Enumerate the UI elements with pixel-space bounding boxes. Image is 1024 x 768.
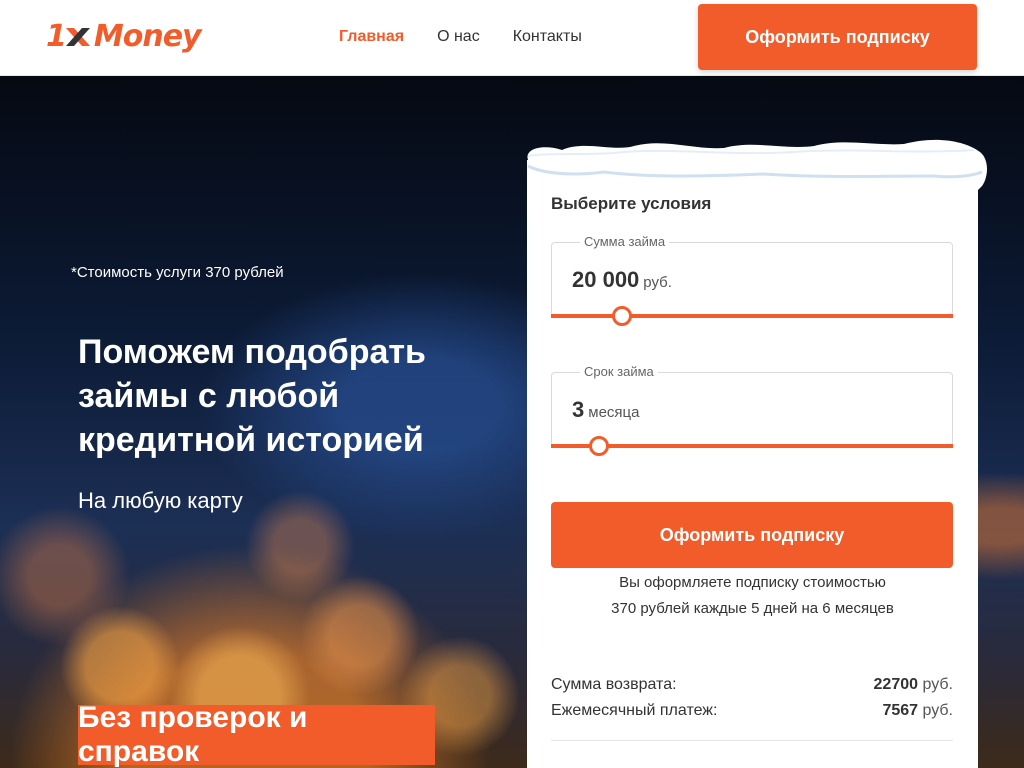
hero-title: Поможем подобрать займы с любой кредитно… (78, 333, 426, 459)
form-subscribe-button[interactable]: Оформить подписку (551, 502, 953, 568)
subscription-note-line-1: Вы оформляете подписку стоимостью (619, 574, 886, 591)
loan-term-value-wrap: 3 месяца (572, 397, 639, 423)
snow-decoration-icon (527, 139, 987, 196)
monthly-payment-row: Ежемесячный платеж: 7567 руб. (551, 702, 953, 720)
nav-item-home[interactable]: Главная (339, 28, 404, 46)
subscription-note-line-2: 370 рублей каждые 5 дней на 6 месяцев (611, 600, 894, 617)
loan-amount-value: 20 000 (572, 267, 640, 292)
summary-divider (551, 740, 953, 741)
loan-term-value: 3 (572, 397, 585, 422)
price-note: *Стоимость услуги 370 рублей (71, 264, 284, 281)
nav-item-contacts[interactable]: Контакты (513, 28, 582, 46)
return-amount-unit: руб. (922, 676, 953, 693)
logo-x-icon (65, 28, 90, 46)
loan-amount-slider-thumb[interactable] (612, 306, 632, 326)
header-subscribe-button[interactable]: Оформить подписку (698, 4, 977, 70)
loan-term-legend: Срок займа (580, 364, 658, 379)
loan-amount-unit: руб. (643, 274, 672, 291)
loan-term-unit: месяца (588, 404, 640, 421)
return-amount-row: Сумма возврата: 22700 руб. (551, 676, 953, 694)
main-nav: Главная О нас Контакты (339, 28, 615, 46)
no-checks-badge: Без проверок и справок (78, 701, 435, 768)
monthly-payment-unit: руб. (922, 702, 953, 719)
loan-form-card: Выберите условия Сумма займа 20 000 руб. … (527, 160, 978, 768)
loan-term-slider[interactable] (551, 436, 953, 456)
loan-amount-slider[interactable] (551, 306, 953, 326)
brand-logo[interactable]: 1 Money (46, 14, 202, 58)
return-amount: 22700 руб. (874, 676, 953, 694)
monthly-payment: 7567 руб. (882, 702, 953, 720)
return-amount-label: Сумма возврата: (551, 676, 677, 693)
nav-item-about[interactable]: О нас (437, 28, 480, 46)
monthly-payment-value: 7567 (882, 702, 919, 719)
logo-word: Money (93, 18, 202, 54)
loan-term-field[interactable]: Срок займа 3 месяца (551, 364, 953, 446)
monthly-payment-label: Ежемесячный платеж: (551, 702, 718, 719)
hero-subtitle: На любую карту (78, 488, 243, 513)
site-header: 1 Money Главная О нас Контакты Оформить … (0, 0, 1024, 76)
loan-amount-legend: Сумма займа (580, 234, 670, 249)
subscription-note: Вы оформляете подписку стоимостью 370 ру… (527, 570, 978, 622)
loan-amount-value-wrap: 20 000 руб. (572, 267, 672, 293)
return-amount-value: 22700 (873, 676, 919, 693)
loan-term-slider-thumb[interactable] (589, 436, 609, 456)
loan-amount-field[interactable]: Сумма займа 20 000 руб. (551, 234, 953, 316)
